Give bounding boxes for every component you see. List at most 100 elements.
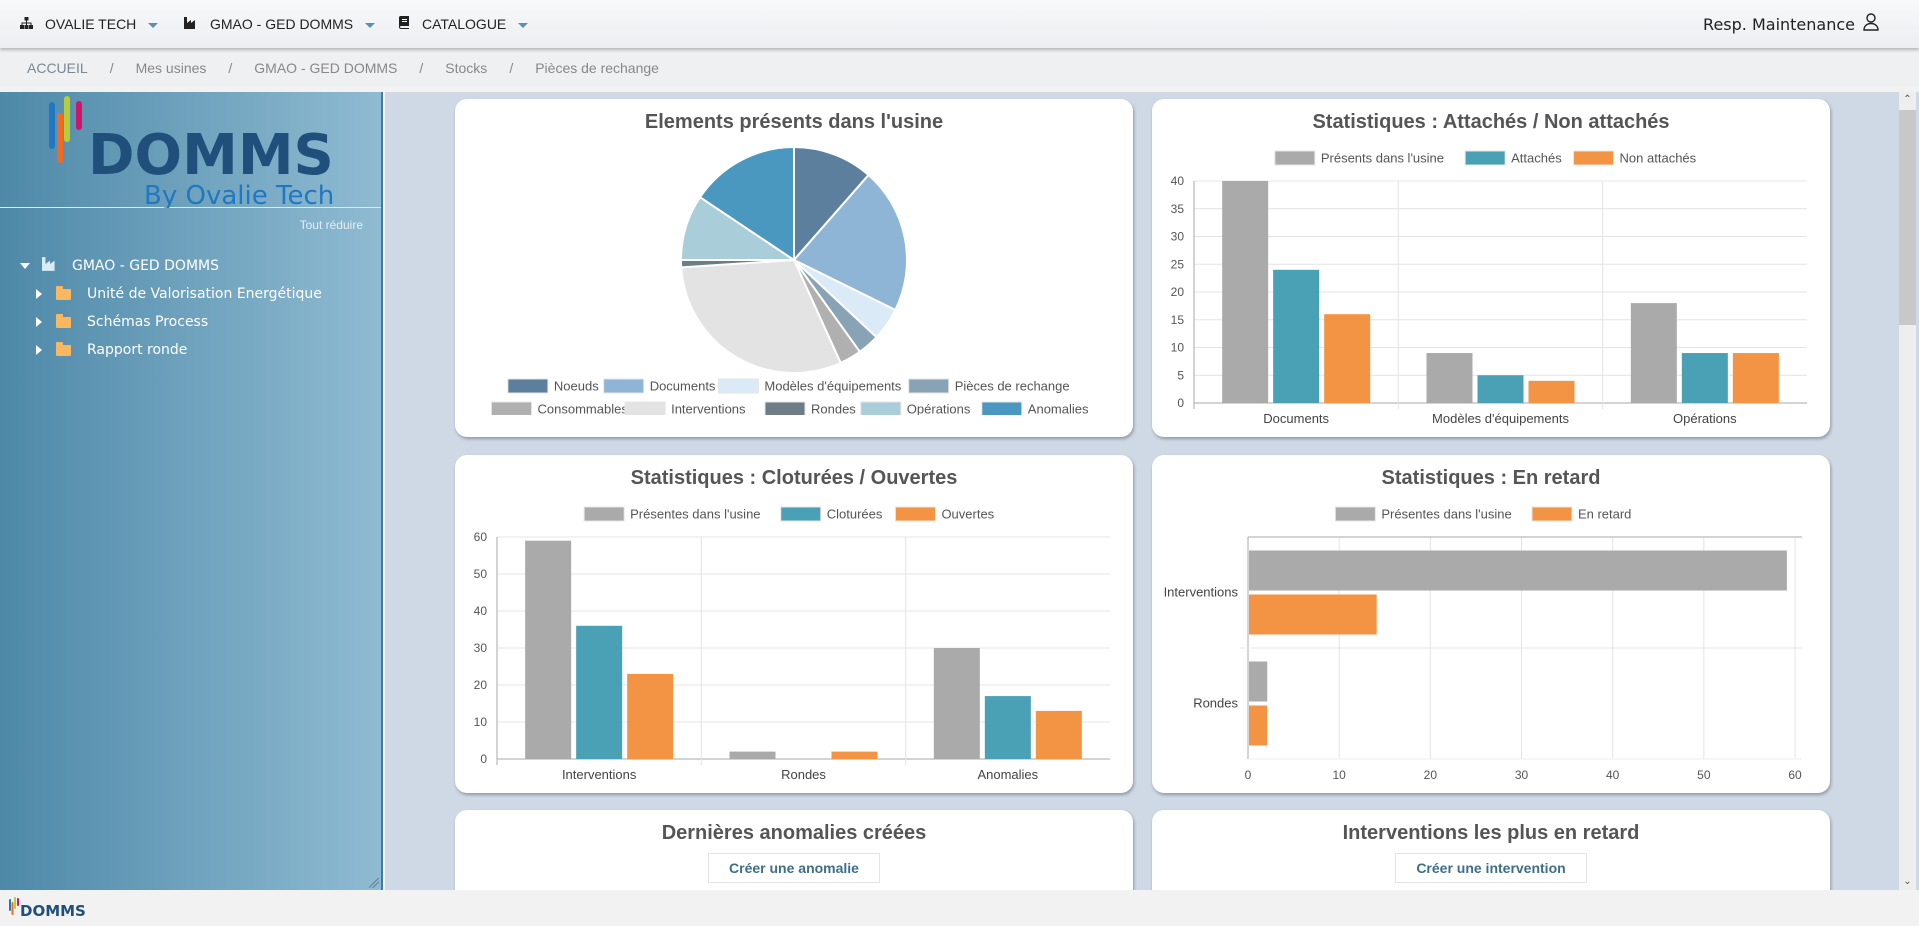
bar	[1732, 353, 1779, 403]
scroll-down-icon[interactable]: ⌄	[1899, 874, 1916, 890]
bar	[1249, 550, 1787, 591]
breadcrumb-item-accueil[interactable]: ACCUEIL	[27, 60, 88, 76]
y-tick-label: Rondes	[1193, 696, 1238, 711]
legend-label: Interventions	[671, 402, 746, 416]
y-tick-label: 35	[1171, 202, 1185, 216]
expanded-arrow-icon[interactable]	[20, 263, 30, 269]
collapsed-arrow-icon[interactable]	[36, 345, 42, 355]
tree-node-label: GMAO - GED DOMMS	[72, 258, 219, 274]
y-tick-label: 20	[474, 678, 488, 692]
legend-swatch	[491, 401, 532, 415]
create-intervention-button[interactable]: Créer une intervention	[1395, 853, 1587, 883]
legend-label: Attachés	[1511, 151, 1562, 166]
user-menu[interactable]: Resp. Maintenance	[1703, 0, 1879, 48]
footer: DOMMS	[0, 890, 1919, 926]
y-tick-label: 30	[474, 641, 488, 655]
industry-icon	[42, 257, 58, 275]
folder-icon	[56, 285, 71, 300]
bar	[1324, 314, 1371, 403]
legend-swatch	[583, 506, 625, 522]
bar	[1035, 710, 1082, 759]
collapse-all-link[interactable]: Tout réduire	[300, 218, 363, 232]
bar	[1222, 181, 1269, 403]
top-navbar: OVALIE TECH GMAO - GED DOMMS CATALOGUE R…	[0, 0, 1919, 48]
legend-label: Documents	[650, 379, 716, 394]
bar	[627, 673, 674, 759]
breadcrumb-separator: /	[419, 60, 424, 76]
x-tick-label: Rondes	[781, 767, 826, 782]
domms-logo: DOMMS By Ovalie Tech	[49, 96, 334, 208]
industry-icon	[184, 16, 198, 32]
y-tick-label: 30	[1171, 230, 1185, 244]
folder-icon	[56, 313, 71, 328]
legend-label: Présents dans l'usine	[1321, 151, 1444, 166]
y-tick-label: Interventions	[1164, 585, 1239, 600]
y-tick-label: 20	[1171, 285, 1185, 299]
y-tick-label: 40	[1171, 174, 1185, 188]
footer-logo: DOMMS	[9, 897, 86, 920]
tree-node[interactable]: Unité de Valorisation Energétique	[36, 280, 322, 308]
y-tick-label: 10	[474, 715, 488, 729]
tree-node-root[interactable]: GMAO - GED DOMMS	[20, 252, 322, 280]
y-tick-label: 15	[1171, 313, 1185, 327]
legend-swatch	[780, 506, 822, 522]
x-tick-label: Modèles d'équipements	[1432, 411, 1569, 426]
legend-swatch	[981, 401, 1023, 415]
breadcrumb-item-mes-usines[interactable]: Mes usines	[136, 60, 207, 76]
logo-text: DOMMS	[88, 123, 334, 188]
caret-down-icon	[365, 22, 376, 28]
tree-node-label: Schémas Process	[87, 314, 209, 330]
menu-label: OVALIE TECH	[45, 16, 137, 32]
legend-swatch	[603, 378, 645, 394]
bar	[1681, 353, 1728, 403]
legend-label: Noeuds	[554, 379, 599, 394]
create-anomaly-button[interactable]: Créer une anomalie	[708, 853, 880, 883]
bar	[831, 751, 878, 759]
scroll-up-icon[interactable]: ⌃	[1899, 92, 1916, 108]
menu-ovalie-tech[interactable]: OVALIE TECH	[20, 0, 159, 48]
bar	[1528, 380, 1575, 403]
main-scrollbar[interactable]: ⌃ ⌄	[1897, 92, 1919, 890]
x-tick-label: 20	[1424, 768, 1438, 782]
legend-swatch	[1334, 506, 1376, 522]
scrollbar-thumb[interactable]	[1899, 110, 1916, 325]
breadcrumb-item-gmao[interactable]: GMAO - GED DOMMS	[254, 60, 397, 76]
dashboard: Elements présents dans l'usine Noeuds Doc…	[385, 92, 1897, 890]
x-tick-label: Anomalies	[977, 767, 1038, 782]
x-tick-label: 40	[1606, 768, 1620, 782]
bar	[1273, 269, 1320, 403]
breadcrumb-item-pieces[interactable]: Pièces de rechange	[535, 60, 659, 76]
tree-node-label: Rapport ronde	[87, 342, 188, 358]
bar	[984, 696, 1031, 759]
legend-swatch	[717, 378, 759, 394]
legend-swatch	[894, 506, 936, 522]
x-tick-label: Documents	[1263, 411, 1329, 426]
breadcrumb-separator: /	[509, 60, 514, 76]
legend-label: Pièces de rechange	[955, 379, 1070, 394]
chart-title: Statistiques : Cloturées / Ouvertes	[630, 467, 958, 489]
menu-catalogue[interactable]: CATALOGUE	[398, 0, 529, 48]
sidebar: DOMMS By Ovalie Tech Tout réduire GMAO -…	[0, 92, 383, 890]
chart-title: Elements présents dans l'usine	[644, 111, 944, 133]
tree-node[interactable]: Rapport ronde	[36, 336, 322, 364]
panel-latest-anomalies: Dernières anomalies créées Créer une ano…	[455, 810, 1133, 890]
tree-node[interactable]: Schémas Process	[36, 308, 322, 336]
breadcrumb-item-stocks[interactable]: Stocks	[445, 60, 487, 76]
bar-chart-cloturees: Présentes dans l'usine Cloturées Ouvertes 0…	[474, 506, 1110, 782]
user-role-label: Resp. Maintenance	[1703, 14, 1855, 34]
resize-handle[interactable]	[369, 878, 379, 888]
legend-label: En retard	[1578, 507, 1631, 522]
y-tick-label: 0	[480, 752, 487, 766]
legend-label: Rondes	[811, 402, 856, 416]
footer-logo-text: DOMMS	[20, 902, 86, 920]
collapsed-arrow-icon[interactable]	[36, 317, 42, 327]
menu-label: CATALOGUE	[422, 16, 507, 32]
x-tick-label: Interventions	[562, 767, 637, 782]
logo-subtext: By Ovalie Tech	[144, 181, 334, 208]
breadcrumb-separator: /	[228, 60, 233, 76]
legend-label: Non attachés	[1620, 151, 1697, 166]
menu-gmao-ged-domms[interactable]: GMAO - GED DOMMS	[184, 0, 376, 48]
legend-swatch	[860, 401, 902, 415]
collapsed-arrow-icon[interactable]	[36, 289, 42, 299]
chart-title: Statistiques : Attachés / Non attachés	[1312, 111, 1670, 133]
